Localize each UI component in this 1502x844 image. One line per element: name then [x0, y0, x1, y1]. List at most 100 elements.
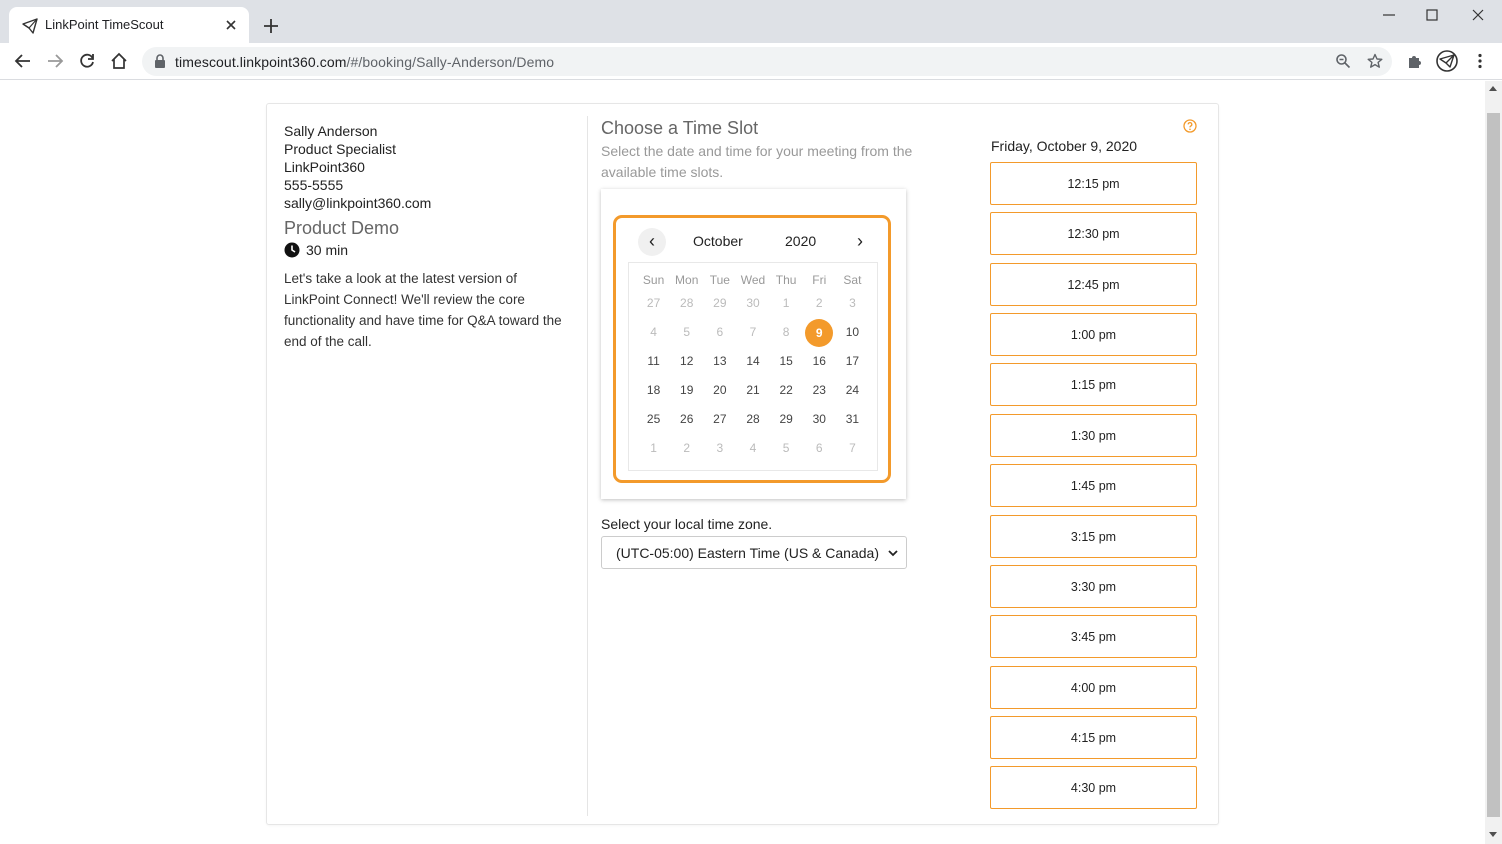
time-slot-button[interactable]: 4:00 pm	[990, 666, 1197, 709]
timescout-extension-icon[interactable]	[1436, 50, 1458, 72]
time-slot-button[interactable]: 12:15 pm	[990, 162, 1197, 205]
forward-arrow-icon[interactable]	[46, 52, 64, 70]
calendar-day[interactable]: 16	[803, 348, 836, 374]
url-text: timescout.linkpoint360.com/#/booking/Sal…	[175, 54, 554, 70]
weekday-label: Fri	[812, 273, 827, 287]
new-tab-icon[interactable]	[262, 17, 280, 35]
maximize-icon[interactable]	[1423, 6, 1441, 24]
calendar-day: 2	[815, 296, 823, 310]
host-name: Sally Anderson	[284, 123, 378, 139]
next-month-button[interactable]: ›	[846, 228, 874, 256]
calendar-day: 7	[849, 441, 856, 455]
calendar-day-selected[interactable]: 9	[803, 319, 836, 347]
calendar-day[interactable]: 19	[670, 377, 703, 403]
timezone-select-value: (UTC-05:00) Eastern Time (US & Canada)	[616, 545, 879, 561]
event-title: Product Demo	[284, 218, 400, 238]
calendar-day[interactable]: 28	[736, 406, 769, 432]
calendar-day[interactable]: 13	[703, 348, 736, 374]
kebab-menu-icon[interactable]	[1471, 52, 1489, 70]
calendar-day: 5	[782, 441, 790, 455]
calendar-day: 3	[849, 296, 856, 310]
tab-close-icon[interactable]	[223, 17, 239, 33]
page-scrollbar[interactable]	[1485, 81, 1502, 844]
calendar-day[interactable]: 15	[770, 348, 803, 374]
calendar-week-row: 1 2 3 4 5 6 7	[637, 435, 869, 461]
timezone-select[interactable]: (UTC-05:00) Eastern Time (US & Canada)	[601, 536, 907, 569]
extensions-puzzle-icon[interactable]	[1406, 52, 1424, 70]
calendar-day[interactable]: 25	[637, 406, 670, 432]
selected-date-heading: Friday, October 9, 2020	[991, 138, 1138, 154]
time-slot-button[interactable]: 4:15 pm	[990, 716, 1197, 759]
calendar-day: 3	[716, 441, 724, 455]
panel-divider	[587, 116, 588, 816]
time-slot-button[interactable]: 1:45 pm	[990, 464, 1197, 507]
calendar: ‹ October 2020 › Sun Mon Tue Wed Thu Fri…	[613, 215, 891, 483]
calendar-day[interactable]: 22	[770, 377, 803, 403]
close-window-icon[interactable]	[1469, 6, 1487, 24]
calendar-day: 8	[782, 325, 790, 339]
selected-day-badge[interactable]: 9	[805, 319, 834, 347]
calendar-day: 6	[815, 441, 823, 455]
calendar-day: 1	[650, 441, 657, 455]
calendar-day[interactable]: 10	[836, 319, 869, 345]
calendar-day[interactable]: 11	[637, 348, 670, 374]
time-slot-button[interactable]: 1:00 pm	[990, 313, 1197, 356]
calendar-day[interactable]: 18	[637, 377, 670, 403]
calendar-day: 6	[716, 325, 724, 339]
back-arrow-icon[interactable]	[14, 52, 32, 70]
calendar-day[interactable]: 14	[736, 348, 769, 374]
time-slot-button[interactable]: 1:15 pm	[990, 363, 1197, 406]
bookmark-star-icon[interactable]	[1367, 53, 1383, 69]
calendar-day: 30	[746, 296, 760, 310]
zoom-icon[interactable]	[1335, 53, 1351, 69]
calendar-day: 7	[749, 325, 757, 339]
weekday-label: Sun	[642, 273, 665, 287]
scroll-thumb[interactable]	[1487, 113, 1500, 817]
weekday-label: Wed	[740, 273, 766, 287]
calendar-day[interactable]: 21	[736, 377, 769, 403]
time-slot-button[interactable]: 12:45 pm	[990, 263, 1197, 306]
scroll-up-arrow-icon[interactable]	[1489, 86, 1497, 91]
calendar-day: 1	[782, 296, 790, 310]
calendar-week-row: 25 26 27 28 29 30 31	[637, 406, 869, 432]
calendar-day[interactable]: 27	[703, 406, 736, 432]
booking-card: Sally Anderson Product Specialist LinkPo…	[266, 103, 1219, 825]
calendar-day[interactable]: 31	[836, 406, 869, 432]
time-slot-button[interactable]: 12:30 pm	[990, 212, 1197, 255]
time-slot-button[interactable]: 3:30 pm	[990, 565, 1197, 608]
calendar-day[interactable]: 17	[836, 348, 869, 374]
calendar-day[interactable]: 23	[803, 377, 836, 403]
time-slot-button[interactable]: 3:45 pm	[990, 615, 1197, 658]
reload-icon[interactable]	[78, 52, 96, 70]
host-phone: 555-5555	[284, 177, 344, 193]
lock-icon	[155, 54, 165, 68]
prev-month-button[interactable]: ‹	[638, 228, 666, 256]
host-email: sally@linkpoint360.com	[284, 195, 432, 211]
weekday-label: Sat	[843, 273, 862, 287]
calendar-day[interactable]: 26	[670, 406, 703, 432]
host-company: LinkPoint360	[284, 159, 365, 175]
time-slot-button[interactable]: 1:30 pm	[990, 414, 1197, 457]
time-slot-button[interactable]: 4:30 pm	[990, 766, 1197, 809]
minimize-icon[interactable]	[1380, 6, 1398, 24]
browser-tab[interactable]: LinkPoint TimeScout	[9, 7, 249, 43]
calendar-month[interactable]: October	[693, 233, 743, 249]
address-bar[interactable]: timescout.linkpoint360.com/#/booking/Sal…	[142, 47, 1392, 76]
calendar-grid: Sun Mon Tue Wed Thu Fri Sat 27 28 29 30 …	[628, 262, 878, 471]
calendar-year[interactable]: 2020	[785, 233, 816, 249]
chevron-down-icon	[888, 550, 898, 557]
calendar-day[interactable]: 29	[770, 406, 803, 432]
host-title: Product Specialist	[284, 141, 397, 157]
help-icon[interactable]	[1183, 119, 1197, 133]
calendar-day[interactable]: 12	[670, 348, 703, 374]
home-icon[interactable]	[110, 52, 128, 70]
clock-icon	[284, 242, 300, 258]
url-host: timescout.linkpoint360.com	[175, 54, 347, 70]
calendar-day[interactable]: 20	[703, 377, 736, 403]
calendar-week-row: 11 12 13 14 15 16 17	[637, 348, 869, 374]
time-slot-button[interactable]: 3:15 pm	[990, 515, 1197, 558]
calendar-day[interactable]: 30	[803, 406, 836, 432]
scroll-down-arrow-icon[interactable]	[1489, 832, 1497, 837]
calendar-day[interactable]: 24	[836, 377, 869, 403]
event-description: Let's take a look at the latest version …	[284, 271, 562, 349]
